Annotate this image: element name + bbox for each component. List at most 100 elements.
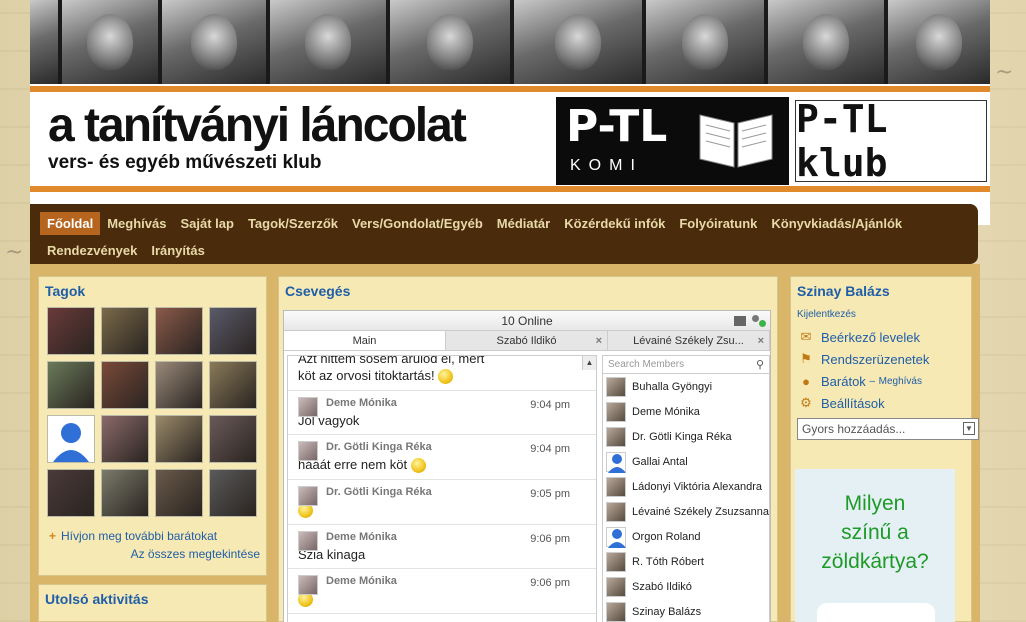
member-avatar	[606, 476, 626, 497]
view-all-members-link[interactable]: Az összes megtekintése	[131, 547, 260, 561]
member-avatar[interactable]	[155, 361, 203, 409]
nav-row: Főoldal Meghívás Saját lap Tagok/Szerzők Ver…	[40, 210, 970, 237]
member-avatar[interactable]	[101, 307, 149, 355]
message-continued: Azt hittem sosem árulod el, mert köt az …	[288, 356, 596, 392]
close-icon[interactable]: ×	[758, 331, 764, 350]
portrait-image	[888, 0, 990, 84]
chat-panel: Csevegés 10 Online Main Szabó Ildikó × Léva…	[278, 276, 778, 622]
chat-member[interactable]: Szinay Balázs	[603, 599, 769, 622]
nav-item[interactable]: Könyvkiadás/Ajánlók	[764, 212, 909, 235]
settings-label: Beállítások	[821, 395, 885, 411]
nav-item[interactable]: Vers/Gondolat/Egyéb	[345, 212, 490, 235]
message-text: köt az orvosi titoktartás!	[298, 368, 435, 383]
nav-item[interactable]: Folyóiratunk	[672, 212, 764, 235]
nav-item[interactable]: Meghívás	[100, 212, 173, 235]
background-handwriting: ~	[5, 240, 24, 265]
poll-widget: Milyen színű a zöldkártya?	[795, 469, 955, 622]
member-name: Deme Mónika	[632, 405, 700, 418]
chat-member[interactable]: Orgon Roland	[603, 524, 769, 549]
member-avatar[interactable]	[101, 415, 149, 463]
chat-member[interactable]: Lévainé Székely Zsuzsanna	[603, 499, 769, 524]
inbox-link[interactable]: ✉ Beérkező levelek	[797, 326, 965, 348]
chat-window-icon[interactable]	[734, 316, 746, 326]
member-avatar	[606, 576, 626, 597]
search-placeholder: Search Members	[608, 359, 685, 370]
chat-members-list: Search Members ⚲ Buhalla Gyöngyi Deme Món…	[602, 355, 770, 622]
member-avatar[interactable]	[209, 361, 257, 409]
quick-add-select[interactable]: Gyors hozzáadás... ▼	[797, 418, 979, 440]
chat-member[interactable]: R. Tóth Róbert	[603, 549, 769, 574]
chat-member[interactable]: Buhalla Gyöngyi	[603, 374, 769, 399]
chat-tab[interactable]: Main	[284, 331, 446, 350]
portrait-strip	[30, 0, 990, 84]
chat-member[interactable]: Ládonyi Viktória Alexandra	[603, 474, 769, 499]
settings-link[interactable]: ⚙ Beállítások	[797, 392, 965, 414]
member-avatar[interactable]	[155, 469, 203, 517]
member-avatar[interactable]	[101, 469, 149, 517]
close-icon[interactable]: ×	[596, 331, 602, 350]
nav-item[interactable]: Rendezvények	[40, 239, 144, 262]
chat-member[interactable]: Gallai Antal	[603, 449, 769, 474]
message-time: 9:05 pm	[530, 488, 570, 501]
activity-title[interactable]: Utolsó aktivitás	[39, 585, 266, 613]
search-members-input[interactable]: Search Members ⚲	[603, 356, 769, 374]
chat-member[interactable]: Dr. Götli Kinga Réka	[603, 424, 769, 449]
chat-messages[interactable]: ▲ Azt hittem sosem árulod el, mert köt a…	[287, 355, 597, 622]
sender-avatar[interactable]	[298, 441, 318, 462]
friends-link[interactable]: ● Barátok – Meghívás	[797, 370, 965, 392]
chat-member[interactable]: Deme Mónika	[603, 399, 769, 424]
member-avatar[interactable]	[209, 307, 257, 355]
plus-icon: +	[49, 529, 57, 543]
invitations-link[interactable]: Meghívás	[879, 376, 922, 387]
system-messages-link[interactable]: ⚑ Rendszerüzenetek	[797, 348, 965, 370]
sender-avatar[interactable]	[298, 486, 318, 507]
member-avatar	[606, 401, 626, 422]
ptl-klub-logo[interactable]: P-TL klub	[795, 97, 987, 185]
sender-avatar[interactable]	[298, 575, 318, 596]
online-count: 10 Online	[501, 314, 553, 328]
member-avatar[interactable]	[155, 307, 203, 355]
chat-member[interactable]: Szabó Ildikó	[603, 574, 769, 599]
nav-item[interactable]: Tagok/Szerzők	[241, 212, 345, 235]
member-name: Szabó Ildikó	[632, 580, 692, 593]
chat-message: Deme Mónika 9:06 pm	[288, 569, 596, 615]
sender-avatar[interactable]	[298, 397, 318, 418]
chevron-down-icon[interactable]: ▼	[963, 422, 975, 435]
user-status-icon[interactable]	[752, 315, 766, 327]
member-avatar[interactable]	[209, 415, 257, 463]
user-name[interactable]: Szinay Balázs	[791, 277, 971, 305]
sender-avatar[interactable]	[298, 531, 318, 552]
nav-item[interactable]: Médiatár	[490, 212, 557, 235]
member-avatar[interactable]	[47, 469, 95, 517]
site-title[interactable]: a tanítványi láncolat	[48, 98, 467, 153]
member-grid	[39, 305, 266, 519]
message-time: 9:04 pm	[530, 399, 570, 412]
poll-answer-box[interactable]	[817, 603, 935, 622]
chat-tab-label: Lévainé Székely Zsu...	[633, 335, 744, 347]
chat-tab[interactable]: Szabó Ildikó ×	[446, 331, 608, 350]
chat-tab[interactable]: Lévainé Székely Zsu... ×	[608, 331, 770, 350]
member-avatar[interactable]	[47, 307, 95, 355]
nav-item[interactable]: Saját lap	[173, 212, 240, 235]
nav-item[interactable]: Főoldal	[40, 212, 101, 235]
chat-tabs: Main Szabó Ildikó × Lévainé Székely Zsu... ×	[284, 331, 770, 351]
member-avatar[interactable]	[209, 469, 257, 517]
portrait-image	[768, 0, 884, 84]
member-avatar[interactable]	[47, 361, 95, 409]
members-title[interactable]: Tagok	[39, 277, 266, 305]
chat-message: Dr. Götli Kinga Réka 9:04 pm hááát erre ne…	[288, 435, 596, 481]
member-avatar[interactable]	[101, 361, 149, 409]
nav-item[interactable]: Irányítás	[144, 239, 211, 262]
nav-item[interactable]: Közérdekű infók	[557, 212, 672, 235]
search-icon[interactable]: ⚲	[756, 358, 764, 371]
member-name: Dr. Götli Kinga Réka	[632, 430, 732, 443]
member-avatar[interactable]	[155, 415, 203, 463]
invite-friends-link[interactable]: Hívjon meg további barátokat	[61, 529, 217, 543]
chat-title: Csevegés	[285, 283, 351, 299]
member-name: R. Tóth Róbert	[632, 555, 704, 568]
portrait-image	[390, 0, 510, 84]
title-area: a tanítványi láncolat vers- és egyéb műv…	[30, 94, 990, 186]
default-avatar-icon[interactable]	[47, 415, 95, 463]
logout-link[interactable]: Kijelentkezés	[797, 309, 965, 320]
ptl-komi-logo[interactable]: P-TL KOMI	[556, 97, 789, 185]
